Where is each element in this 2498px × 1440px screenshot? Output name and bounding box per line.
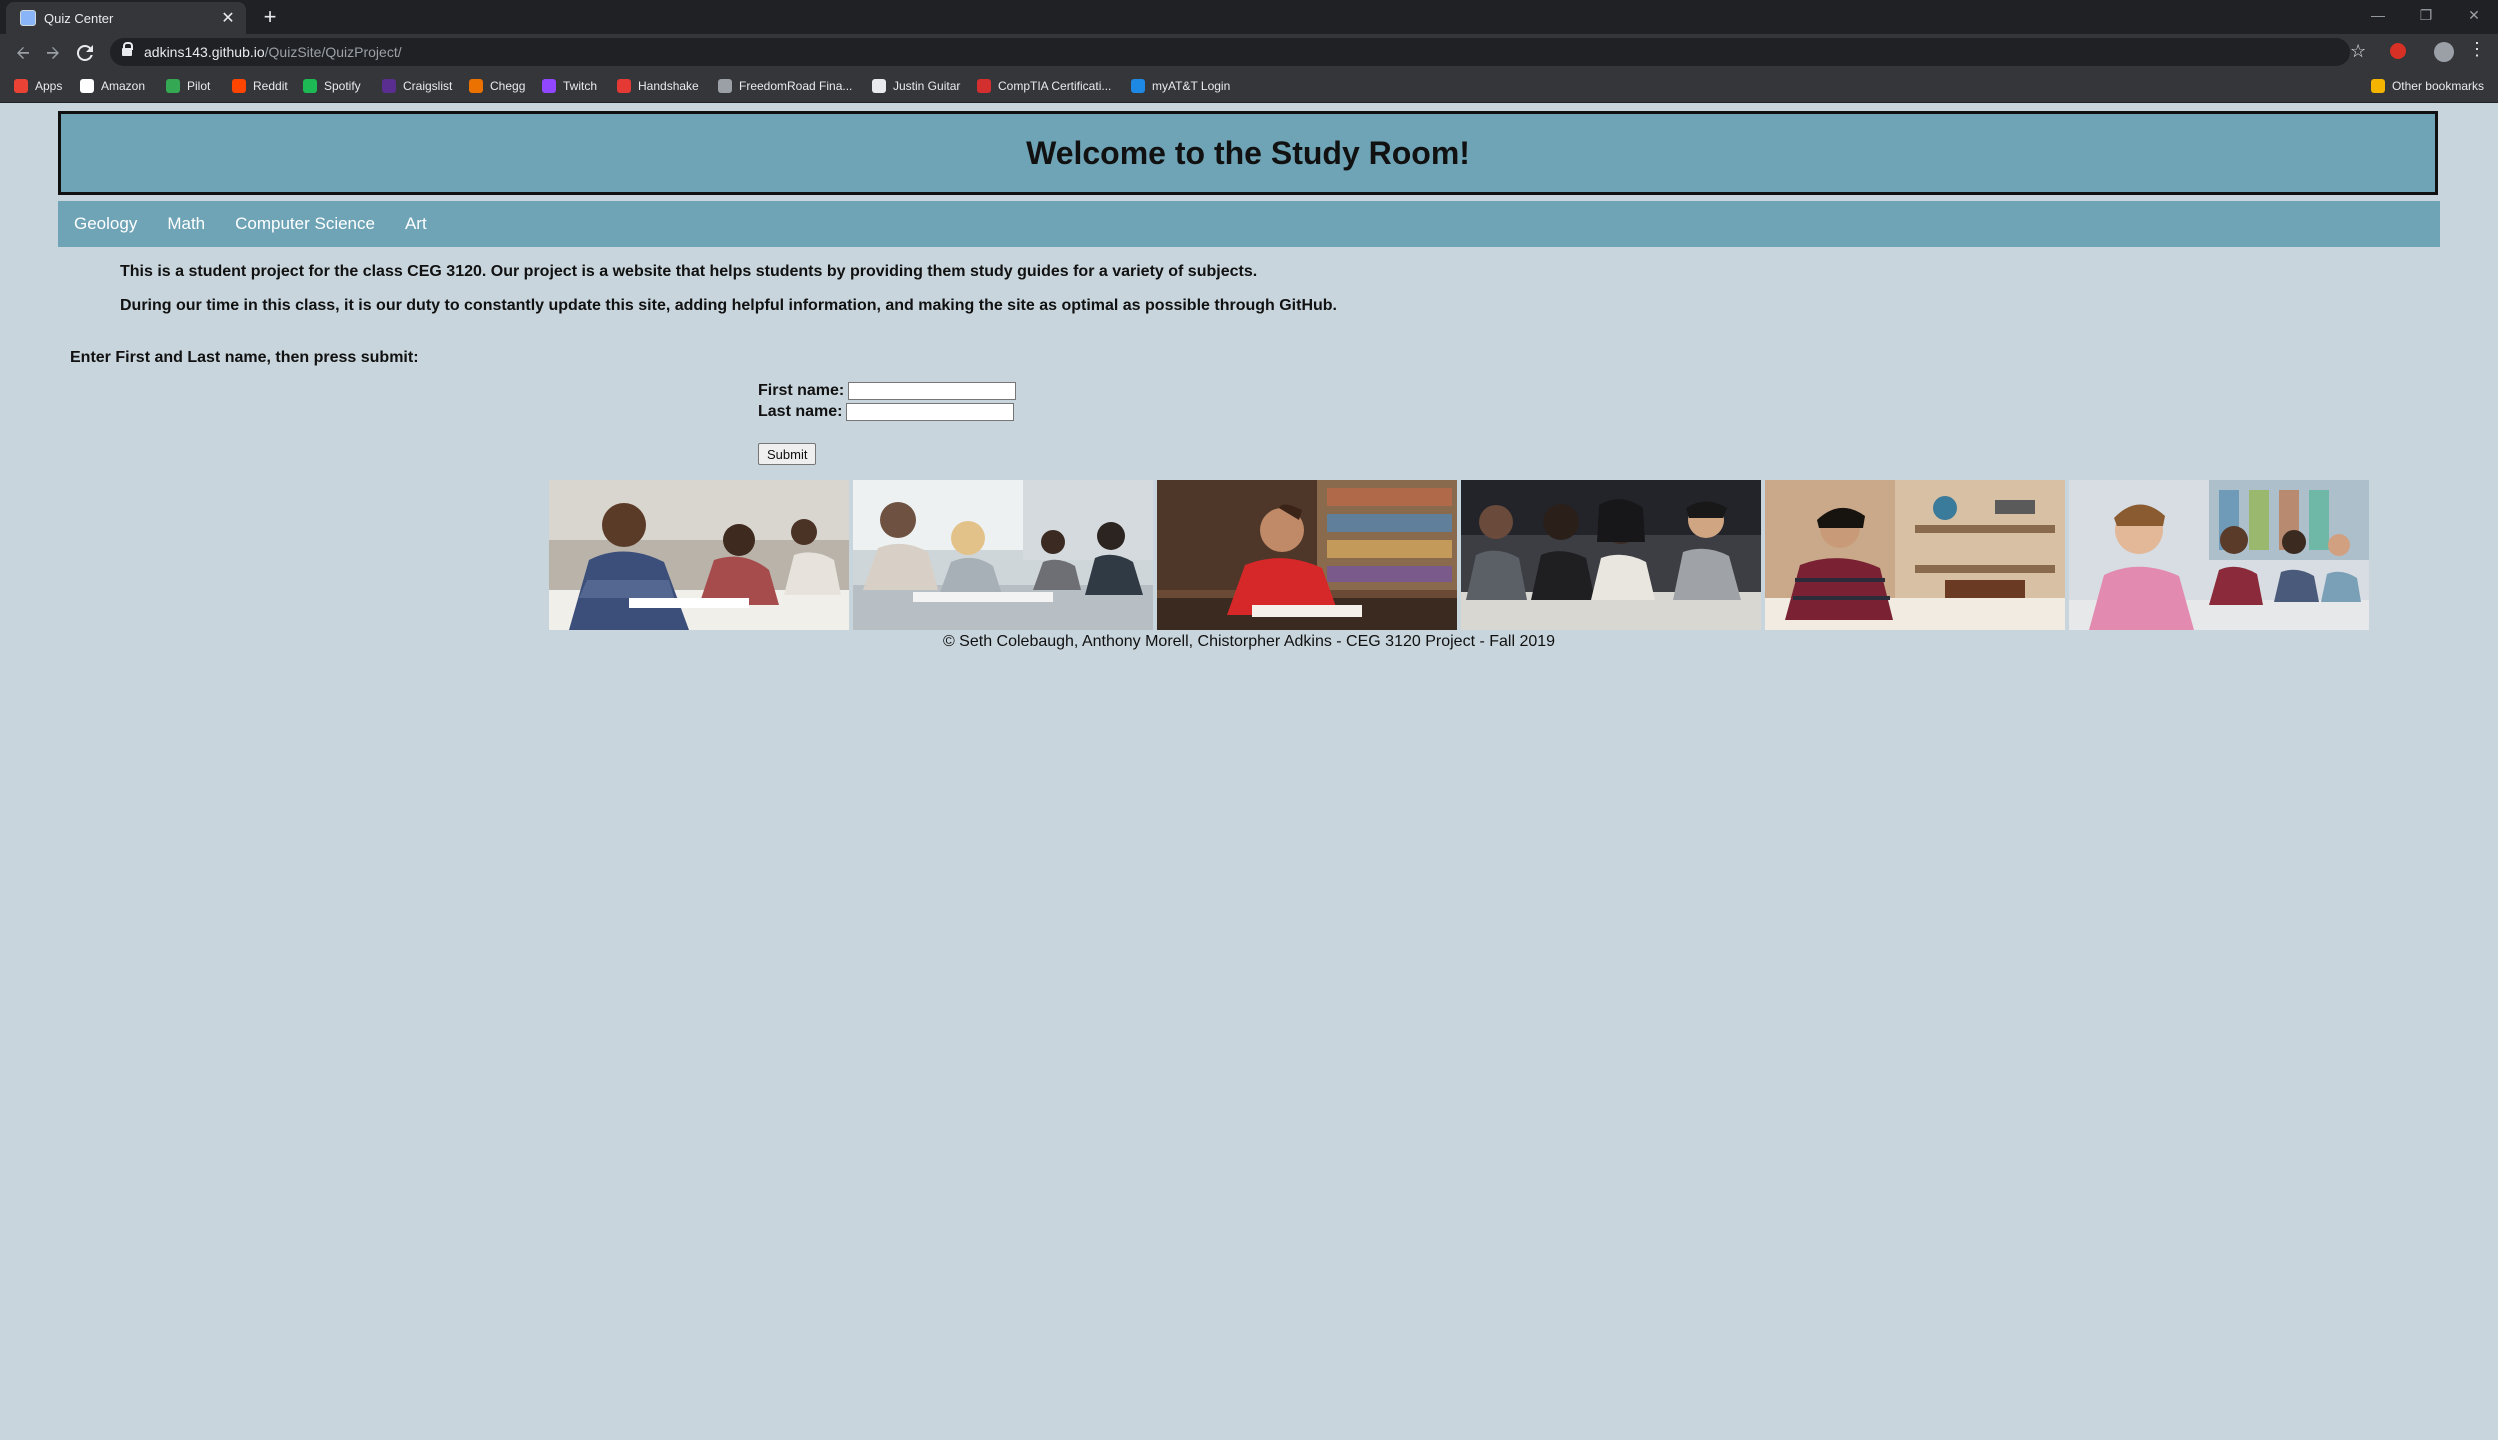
tab-close-icon[interactable]: ✕ [218, 8, 238, 28]
bookmark-item[interactable]: CompTIA Certificati... [977, 76, 1111, 96]
reload-icon[interactable] [74, 42, 96, 64]
intro-paragraph-1: This is a student project for the class … [120, 263, 1258, 280]
bookmark-label: Twitch [563, 79, 598, 93]
intro-paragraph-2: During our time in this class, it is our… [120, 297, 1337, 314]
url-host: adkins143.github.io [144, 44, 265, 60]
bookmark-favicon-icon [1131, 79, 1145, 93]
student-photo-1 [549, 480, 849, 630]
first-name-input[interactable] [848, 382, 1017, 400]
bookmark-favicon-icon [469, 79, 483, 93]
bookmark-label: Reddit [253, 79, 288, 93]
address-bar[interactable]: adkins143.github.io/QuizSite/QuizProject… [110, 38, 2350, 66]
student-photo-4 [1461, 480, 1761, 630]
menu-kebab-icon[interactable]: ⋮ [2468, 39, 2486, 60]
nav-link-computer-science[interactable]: Computer Science [220, 214, 390, 234]
browser-tab-active[interactable]: Quiz Center ✕ [6, 2, 246, 34]
last-name-label: Last name: [758, 403, 843, 420]
bookmark-label: myAT&T Login [1152, 79, 1231, 93]
student-photo-2 [853, 480, 1153, 630]
bookmark-favicon-icon [166, 79, 180, 93]
bookmark-label: Handshake [638, 79, 699, 93]
bookmark-label: CompTIA Certificati... [998, 79, 1112, 93]
bookmark-label: Other bookmarks [2391, 79, 2484, 93]
bookmark-item[interactable]: Apps [14, 76, 62, 96]
folder-icon [2370, 79, 2385, 93]
bookmark-label: Justin Guitar [893, 79, 961, 93]
bookmark-item[interactable]: Spotify [303, 76, 361, 96]
last-name-input[interactable] [846, 403, 1015, 421]
student-photo-3 [1157, 480, 1457, 630]
bookmark-favicon-icon [303, 79, 317, 93]
restore-button[interactable]: ❐ [2402, 0, 2450, 30]
footer-credits: © Seth Colebaugh, Anthony Morell, Chisto… [942, 633, 1556, 650]
bookmark-label: Amazon [101, 79, 146, 93]
bookmark-favicon-icon [617, 79, 631, 93]
bookmark-item[interactable]: Handshake [617, 76, 699, 96]
name-form-instruction: Enter First and Last name, then press su… [70, 349, 419, 366]
bookmark-label: Chegg [490, 79, 526, 93]
page-title: Welcome to the Study Room! [1026, 134, 1470, 171]
back-arrow-icon[interactable] [12, 42, 34, 64]
first-name-row: First name: [758, 382, 1017, 400]
lock-icon[interactable] [122, 42, 133, 56]
last-name-row: Last name: [758, 403, 1015, 421]
bookmark-item[interactable]: Amazon [80, 76, 145, 96]
bookmark-favicon-icon [382, 79, 396, 93]
bookmark-star-icon[interactable]: ☆ [2350, 41, 2366, 62]
window-controls: — ❐ ✕ [2354, 0, 2498, 30]
bookmark-favicon-icon [14, 79, 28, 93]
browser-tab-strip: Quiz Center ✕ + — ❐ ✕ [0, 0, 2498, 34]
extension-icon[interactable] [2390, 43, 2406, 59]
tab-favicon-icon [20, 10, 36, 26]
site-header: Welcome to the Study Room! [58, 111, 2438, 195]
forward-arrow-icon[interactable] [42, 42, 64, 64]
bookmark-item[interactable]: myAT&T Login [1131, 76, 1230, 96]
page-body: Welcome to the Study Room! Geology Math … [0, 103, 2498, 1440]
submit-button[interactable]: Submit [758, 443, 817, 465]
bookmark-item[interactable]: Chegg [469, 76, 525, 96]
minimize-button[interactable]: — [2354, 0, 2402, 30]
bookmark-item[interactable]: Pilot [166, 76, 210, 96]
first-name-label: First name: [758, 382, 845, 399]
student-photo-6 [2069, 480, 2369, 630]
nav-link-math[interactable]: Math [152, 214, 220, 234]
nav-link-geology[interactable]: Geology [58, 214, 152, 234]
bookmark-favicon-icon [718, 79, 732, 93]
new-tab-button[interactable]: + [258, 4, 282, 30]
student-photo-gallery [549, 480, 2369, 630]
bookmark-other[interactable]: Other bookmarks [2370, 76, 2484, 96]
url-path: /QuizSite/QuizProject/ [264, 44, 402, 60]
bookmark-label: Apps [35, 79, 63, 93]
bookmark-favicon-icon [977, 79, 991, 93]
bookmark-favicon-icon [872, 79, 886, 93]
bookmarks-bar: Other bookmarks Apps Amazon Pilot Reddit Spo… [0, 70, 2498, 103]
bookmark-favicon-icon [542, 79, 556, 93]
bookmark-item[interactable]: Craigslist [382, 76, 452, 96]
close-window-button[interactable]: ✕ [2450, 0, 2498, 30]
profile-avatar-icon[interactable] [2434, 42, 2454, 62]
tab-title: Quiz Center [44, 10, 114, 26]
bookmark-favicon-icon [80, 79, 94, 93]
bookmark-label: Spotify [324, 79, 361, 93]
nav-link-art[interactable]: Art [390, 214, 442, 234]
bookmark-item[interactable]: Twitch [542, 76, 597, 96]
bookmark-favicon-icon [232, 79, 246, 93]
browser-toolbar: adkins143.github.io/QuizSite/QuizProject… [0, 34, 2498, 70]
subject-nav: Geology Math Computer Science Art [58, 201, 2440, 247]
bookmark-label: FreedomRoad Fina... [739, 79, 853, 93]
bookmark-item[interactable]: FreedomRoad Fina... [718, 76, 852, 96]
bookmark-item[interactable]: Justin Guitar [872, 76, 960, 96]
bookmark-label: Pilot [187, 79, 211, 93]
bookmark-item[interactable]: Reddit [232, 76, 288, 96]
bookmark-label: Craigslist [403, 79, 453, 93]
student-photo-5 [1765, 480, 2065, 630]
